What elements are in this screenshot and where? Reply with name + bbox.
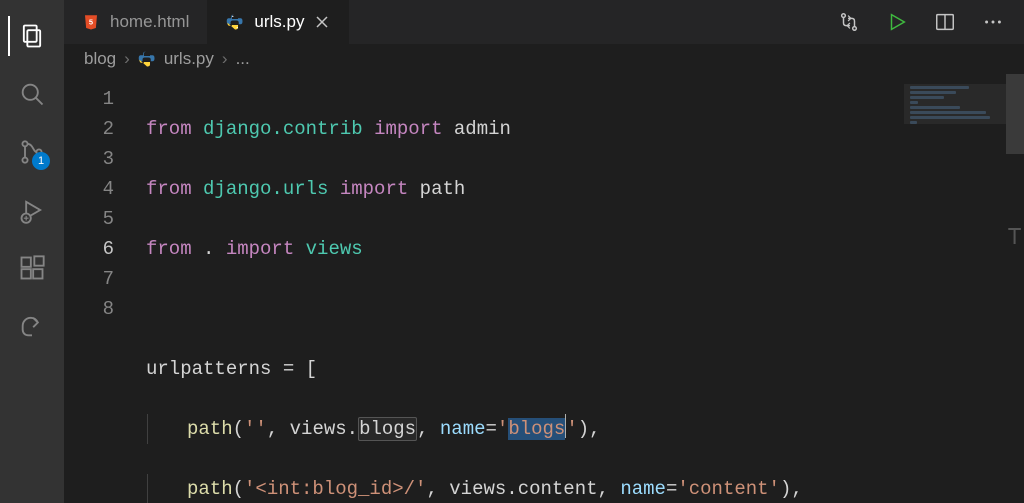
tab-label: urls.py: [254, 12, 304, 32]
svg-text:5: 5: [89, 17, 93, 26]
run-debug-icon[interactable]: [8, 186, 56, 234]
tab-urls-py[interactable]: urls.py: [208, 0, 349, 44]
code-area[interactable]: from django.contrib import admin from dj…: [134, 74, 904, 503]
split-editor-icon[interactable]: [932, 9, 958, 35]
compare-changes-icon[interactable]: [836, 9, 862, 35]
breadcrumb-folder[interactable]: blog: [84, 49, 116, 69]
scm-badge: 1: [32, 152, 50, 170]
source-control-icon[interactable]: 1: [8, 128, 56, 176]
extensions-icon[interactable]: [8, 244, 56, 292]
chevron-right-icon: ›: [222, 49, 228, 69]
html-file-icon: 5: [82, 13, 100, 31]
breadcrumb[interactable]: blog › urls.py › ...: [64, 44, 1024, 74]
scrollbar-thumb[interactable]: [1006, 74, 1024, 154]
close-icon[interactable]: [314, 14, 330, 30]
search-icon[interactable]: [8, 70, 56, 118]
activity-bar: 1: [0, 0, 64, 503]
run-icon[interactable]: [884, 9, 910, 35]
minimap[interactable]: Ꭲ: [904, 74, 1024, 503]
tab-bar: 5 home.html urls.py: [64, 0, 1024, 44]
live-share-icon[interactable]: [8, 302, 56, 350]
overview-ruler[interactable]: Ꭲ: [1006, 74, 1024, 503]
python-file-icon: [226, 13, 244, 31]
overview-caret-icon: Ꭲ: [1009, 224, 1022, 250]
tab-label: home.html: [110, 12, 189, 32]
breadcrumb-file[interactable]: urls.py: [164, 49, 214, 69]
explorer-icon[interactable]: [8, 12, 56, 60]
line-number-gutter: 1 2 3 4 5 6 7 8: [64, 74, 134, 503]
editor-actions: [836, 0, 1024, 44]
editor[interactable]: 1 2 3 4 5 6 7 8 from django.contrib impo…: [64, 74, 1024, 503]
python-file-icon: [138, 50, 156, 68]
tab-home-html[interactable]: 5 home.html: [64, 0, 208, 44]
more-actions-icon[interactable]: [980, 9, 1006, 35]
breadcrumb-symbol[interactable]: ...: [236, 49, 250, 69]
chevron-right-icon: ›: [124, 49, 130, 69]
